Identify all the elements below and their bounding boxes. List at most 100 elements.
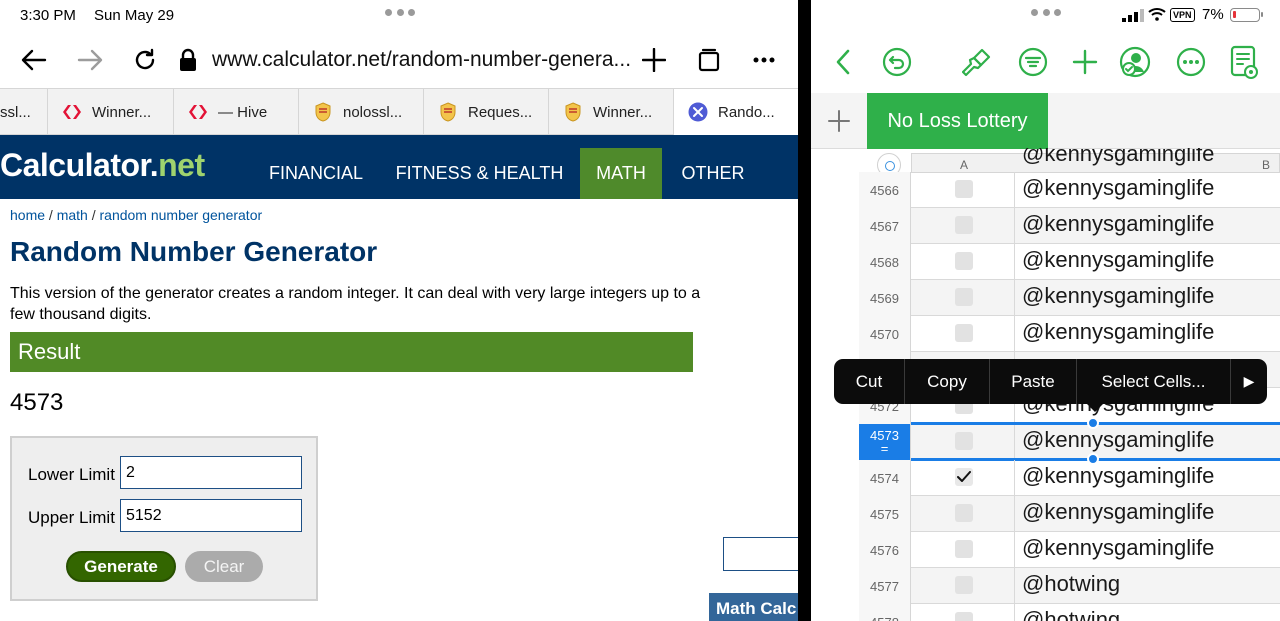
checkbox[interactable] bbox=[955, 540, 973, 558]
row-number[interactable]: 4573 = bbox=[859, 424, 911, 460]
table-row[interactable]: 4566 @kennysgaminglife bbox=[859, 172, 1280, 208]
collaborate-icon[interactable] bbox=[1117, 44, 1153, 80]
new-tab-plus-icon[interactable] bbox=[638, 43, 670, 77]
filter-icon[interactable] bbox=[1015, 44, 1051, 80]
context-paste[interactable]: Paste bbox=[990, 359, 1077, 404]
column-separator bbox=[1014, 604, 1015, 621]
cell-username[interactable]: @kennysgaminglife bbox=[1022, 211, 1214, 237]
checkbox[interactable] bbox=[955, 288, 973, 306]
cell-username[interactable]: @kennysgaminglife bbox=[1022, 427, 1214, 453]
safari-toolbar: www.calculator.net/random-number-genera.… bbox=[0, 38, 798, 84]
tabs-overview-icon[interactable] bbox=[693, 43, 725, 77]
row-number[interactable]: 4576 bbox=[859, 532, 911, 568]
breadcrumb-math[interactable]: math bbox=[57, 207, 88, 223]
menu-fitness-health[interactable]: FITNESS & HEALTH bbox=[392, 135, 567, 199]
cell-username[interactable]: @kennysgaminglife bbox=[1022, 499, 1214, 525]
breadcrumb-home[interactable]: home bbox=[10, 207, 45, 223]
sidebar-search-input[interactable] bbox=[723, 537, 798, 571]
logo-net: net bbox=[158, 147, 205, 183]
row-number[interactable]: 4567 bbox=[859, 208, 911, 244]
table-row[interactable]: 4578 @hotwing bbox=[859, 604, 1280, 621]
column-header-b[interactable]: B bbox=[1262, 158, 1270, 172]
row-number[interactable]: 4568 bbox=[859, 244, 911, 280]
row-number[interactable]: 4578 bbox=[859, 604, 911, 621]
cell-username[interactable]: @kennysgaminglife bbox=[1022, 283, 1214, 309]
table-row[interactable]: 4573 = @kennysgaminglife bbox=[859, 424, 1280, 460]
checkbox[interactable] bbox=[955, 576, 973, 594]
tab-3[interactable]: nolossl... bbox=[299, 89, 424, 135]
checkbox[interactable] bbox=[955, 612, 973, 621]
menu-math[interactable]: MATH bbox=[580, 148, 662, 199]
row-number[interactable]: 4575 bbox=[859, 496, 911, 532]
cell-username[interactable]: @kennysgaminglife bbox=[1022, 175, 1214, 201]
menu-other[interactable]: OTHER bbox=[674, 135, 752, 199]
context-select-cells[interactable]: Select Cells... bbox=[1077, 359, 1231, 404]
tab-6-active[interactable]: Rando... bbox=[674, 89, 798, 135]
multitask-dots-icon[interactable] bbox=[1031, 9, 1061, 17]
cell-username[interactable]: @kennysgaminglife bbox=[1022, 463, 1214, 489]
table-row[interactable]: 4569 @kennysgaminglife bbox=[859, 280, 1280, 316]
forward-arrow-icon[interactable] bbox=[74, 43, 106, 77]
more-options-icon[interactable] bbox=[748, 43, 780, 77]
undo-icon[interactable] bbox=[879, 44, 915, 80]
wifi-icon bbox=[1148, 8, 1166, 21]
row-number[interactable]: 4566 bbox=[859, 172, 911, 208]
row-number[interactable]: 4574 bbox=[859, 460, 911, 496]
more-circle-icon[interactable] bbox=[1173, 44, 1209, 80]
reload-icon[interactable] bbox=[129, 43, 161, 77]
upper-limit-label: Upper Limit bbox=[28, 508, 115, 527]
cell-username[interactable]: @kennysgaminglife bbox=[1022, 247, 1214, 273]
tab-1[interactable]: Winner... bbox=[48, 89, 174, 135]
table-row[interactable]: 4577 @hotwing bbox=[859, 568, 1280, 604]
context-copy[interactable]: Copy bbox=[905, 359, 990, 404]
column-separator bbox=[1014, 316, 1015, 352]
cell-username[interactable]: @kennysgaminglife bbox=[1022, 319, 1214, 345]
generate-button[interactable]: Generate bbox=[66, 551, 176, 582]
tab-0[interactable]: ssl... bbox=[0, 89, 48, 135]
table-row[interactable]: 4568 @kennysgaminglife bbox=[859, 244, 1280, 280]
tab-5[interactable]: Winner... bbox=[549, 89, 674, 135]
document-view-icon[interactable] bbox=[1226, 44, 1262, 80]
clear-button[interactable]: Clear bbox=[185, 551, 263, 582]
table-row[interactable]: 4567 @kennysgaminglife bbox=[859, 208, 1280, 244]
back-arrow-icon[interactable] bbox=[18, 43, 50, 77]
selection-handle-top[interactable] bbox=[1087, 417, 1099, 429]
format-brush-icon[interactable] bbox=[959, 44, 995, 80]
breadcrumb-current[interactable]: random number generator bbox=[100, 207, 263, 223]
checkbox[interactable] bbox=[955, 252, 973, 270]
add-sheet-plus-icon[interactable] bbox=[821, 103, 857, 139]
row-number[interactable]: 4577 bbox=[859, 568, 911, 604]
lower-limit-input[interactable] bbox=[120, 456, 302, 489]
tab-2[interactable]: — Hive bbox=[174, 89, 299, 135]
cell-username[interactable]: @hotwing bbox=[1022, 571, 1120, 597]
table-row[interactable]: 4570 @kennysgaminglife bbox=[859, 316, 1280, 352]
checkbox[interactable] bbox=[955, 504, 973, 522]
site-header: Calculator.net FINANCIAL FITNESS & HEALT… bbox=[0, 135, 798, 199]
insert-plus-icon[interactable] bbox=[1067, 44, 1103, 80]
checkbox[interactable] bbox=[955, 180, 973, 198]
back-chevron-icon[interactable] bbox=[825, 44, 861, 80]
checkbox[interactable] bbox=[955, 324, 973, 342]
upper-limit-input[interactable] bbox=[120, 499, 302, 532]
column-header-a[interactable]: A bbox=[960, 158, 968, 172]
table-row[interactable]: 4575 @kennysgaminglife bbox=[859, 496, 1280, 532]
context-more-arrow-icon[interactable]: ▶ bbox=[1231, 359, 1267, 404]
split-divider[interactable] bbox=[798, 0, 811, 621]
table-row[interactable]: 4576 @kennysgaminglife bbox=[859, 532, 1280, 568]
context-cut[interactable]: Cut bbox=[834, 359, 905, 404]
multitask-dots-icon[interactable] bbox=[385, 9, 415, 17]
checkbox-checked[interactable] bbox=[955, 468, 973, 486]
checkbox[interactable] bbox=[955, 432, 973, 450]
row-drag-handle-icon[interactable]: = bbox=[881, 442, 889, 455]
sheet-tab-no-loss-lottery[interactable]: No Loss Lottery bbox=[867, 93, 1048, 149]
row-number[interactable]: 4570 bbox=[859, 316, 911, 352]
tab-4[interactable]: Reques... bbox=[424, 89, 549, 135]
site-logo[interactable]: Calculator.net bbox=[0, 147, 205, 184]
menu-financial[interactable]: FINANCIAL bbox=[262, 135, 370, 199]
checkbox[interactable] bbox=[955, 216, 973, 234]
cell-username[interactable]: @kennysgaminglife bbox=[1022, 535, 1214, 561]
row-number[interactable]: 4569 bbox=[859, 280, 911, 316]
table-row[interactable]: 4574 @kennysgaminglife bbox=[859, 460, 1280, 496]
url-field[interactable]: www.calculator.net/random-number-genera.… bbox=[212, 48, 631, 72]
cell-username[interactable]: @hotwing bbox=[1022, 607, 1120, 621]
